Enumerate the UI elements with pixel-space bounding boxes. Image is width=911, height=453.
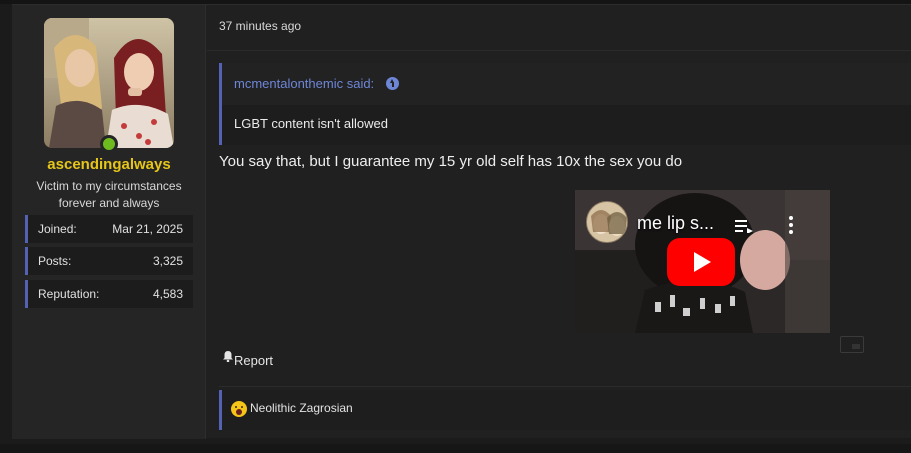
stat-label: Posts: (38, 254, 72, 268)
quote-body: LGBT content isn't allowed (234, 116, 388, 131)
report-link[interactable]: Report (234, 353, 273, 368)
post-main: 37 minutes ago mcmentalonthemic said: LG… (207, 5, 911, 439)
picture-in-picture-icon[interactable] (840, 336, 864, 353)
channel-avatar-image (587, 202, 627, 242)
stat-label: Reputation: (38, 287, 100, 301)
youtube-embed[interactable]: me lip s... (575, 190, 830, 333)
forum-post: ascendingalways Victim to my circumstanc… (12, 4, 911, 439)
reaction-users[interactable]: Neolithic Zagrosian (250, 401, 353, 415)
stat-posts: Posts: 3,325 (25, 247, 193, 275)
post-timestamp[interactable]: 37 minutes ago (219, 19, 301, 33)
reactions-bar[interactable]: Neolithic Zagrosian (219, 390, 911, 430)
bell-icon[interactable] (222, 350, 234, 362)
user-avatar[interactable] (44, 18, 174, 148)
play-icon[interactable] (667, 238, 735, 286)
stat-label: Joined: (38, 222, 77, 236)
divider (219, 386, 911, 387)
more-options-icon[interactable] (788, 215, 794, 235)
avatar-image (44, 18, 174, 148)
username[interactable]: ascendingalways (12, 156, 206, 173)
page-bottom-strip (0, 444, 911, 453)
divider (207, 50, 911, 51)
quote-header: mcmentalonthemic said: (222, 63, 911, 105)
user-sidebar: ascendingalways Victim to my circumstanc… (12, 5, 206, 439)
stat-joined: Joined: Mar 21, 2025 (25, 215, 193, 243)
user-title: Victim to my circumstances forever and a… (36, 179, 182, 210)
stat-reputation: Reputation: 4,583 (25, 280, 193, 308)
stat-value: 4,583 (152, 287, 183, 301)
online-status-indicator (100, 135, 118, 153)
stat-value: 3,325 (152, 254, 183, 268)
stat-value: Mar 21, 2025 (112, 222, 183, 236)
queue-icon[interactable] (735, 219, 753, 233)
arrow-up-circle-icon[interactable] (386, 77, 399, 90)
astonished-face-icon (231, 401, 247, 417)
post-message: You say that, but I guarantee my 15 yr o… (219, 153, 683, 170)
channel-avatar[interactable] (586, 201, 628, 243)
quote-author-link[interactable]: mcmentalonthemic said: (234, 76, 374, 91)
video-title[interactable]: me lip s... (637, 213, 714, 234)
quote-block: mcmentalonthemic said: LGBT content isn'… (219, 63, 911, 145)
